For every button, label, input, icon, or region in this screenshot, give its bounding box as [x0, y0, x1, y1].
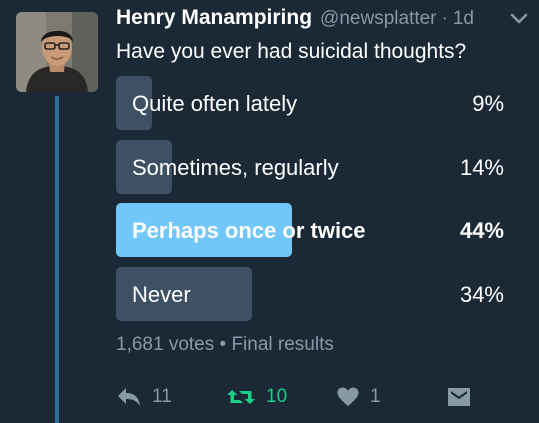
- retweet-button[interactable]: 10: [226, 384, 287, 410]
- poll-choice: Quite often lately 9%: [116, 76, 504, 130]
- reply-count: 11: [152, 386, 172, 407]
- poll-choice-percent: 44%: [459, 218, 504, 243]
- poll-choice-label: Sometimes, regularly: [132, 154, 339, 180]
- author-name[interactable]: Henry Manampiring: [116, 6, 312, 30]
- poll-choice: Sometimes, regularly 14%: [116, 139, 504, 194]
- reply-button[interactable]: 11: [116, 384, 172, 410]
- poll-choice-percent: 34%: [459, 281, 504, 307]
- tweet-actions: 11 10 1: [116, 384, 476, 410]
- tweet-timestamp[interactable]: 1d: [453, 8, 474, 30]
- chevron-down-icon[interactable]: [508, 10, 530, 28]
- poll-choice-percent: 14%: [459, 154, 504, 180]
- poll-choice: Perhaps once or twice 44%: [116, 203, 504, 257]
- avatar-image: [16, 12, 98, 92]
- poll-choice-label: Perhaps once or twice: [132, 218, 366, 243]
- tweet-header: Henry Manampiring @newsplatter · 1d: [116, 6, 509, 34]
- poll-choice: Never 34%: [116, 266, 504, 321]
- direct-message-button[interactable]: [446, 384, 472, 410]
- reply-icon: [118, 388, 140, 406]
- heart-icon: [337, 387, 359, 406]
- retweet-count: 10: [266, 386, 288, 407]
- poll-summary: 1,681 votes • Final results: [116, 334, 334, 355]
- poll: Quite often lately 9% Sometimes, regular…: [116, 76, 504, 330]
- header-separator: ·: [441, 8, 448, 29]
- like-count: 1: [370, 386, 381, 407]
- author-avatar[interactable]: [16, 12, 98, 92]
- poll-choice-percent: 9%: [472, 91, 504, 116]
- author-handle[interactable]: @newsplatter: [320, 8, 436, 30]
- conversation-thread-line: [55, 96, 59, 423]
- tweet-text: Have you ever had suicidal thoughts?: [116, 40, 467, 63]
- like-button[interactable]: 1: [336, 384, 381, 410]
- poll-choice-label: Quite often lately: [132, 91, 298, 116]
- retweet-icon: [227, 390, 255, 404]
- direct-message-icon: [448, 388, 470, 406]
- poll-choice-label: Never: [132, 281, 191, 307]
